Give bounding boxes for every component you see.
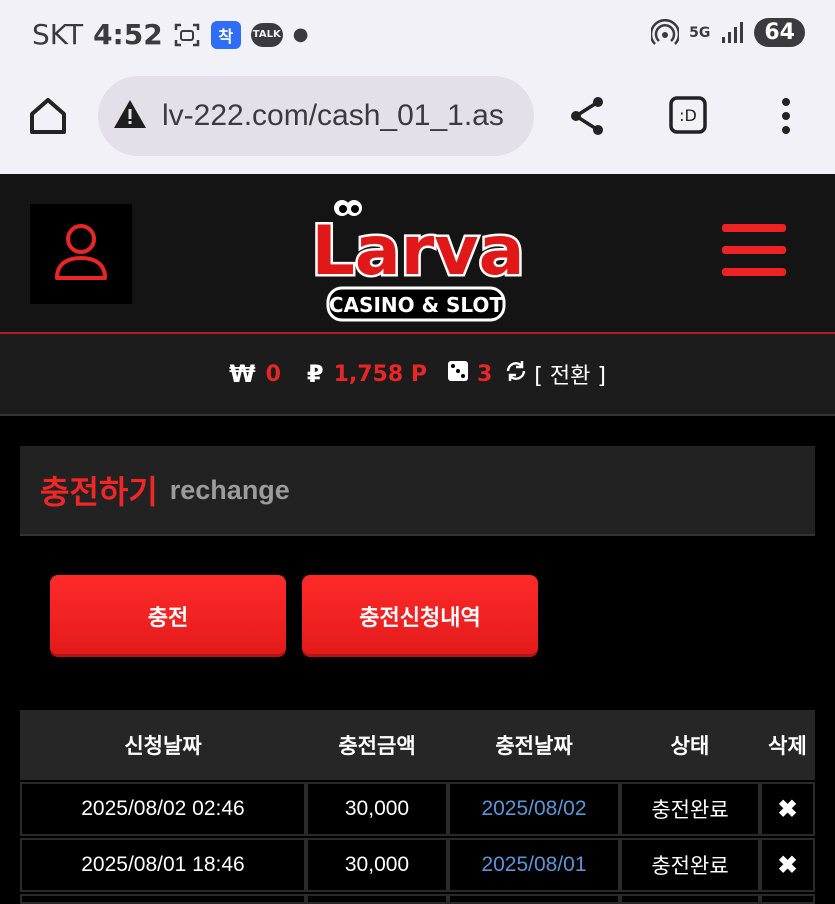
switch-button[interactable]: [ 전환 ] — [504, 358, 606, 390]
cash-balance: ₩ 0 — [229, 360, 281, 388]
more-notifications-dot: ● — [292, 24, 309, 45]
battery-level: 64 — [754, 18, 805, 47]
address-bar[interactable]: lv-222.com/cash_01_1.as — [98, 76, 534, 156]
partial-cell — [620, 894, 760, 904]
dice-balance: 3 — [447, 360, 492, 388]
user-icon — [53, 222, 109, 286]
charged-date: 2025/08/02 — [448, 782, 620, 836]
header-requested-date: 신청날짜 — [124, 734, 202, 758]
browser-toolbar: lv-222.com/cash_01_1.as :D — [0, 72, 835, 174]
section-subtitle: rechange — [169, 474, 290, 505]
header-status: 상태 — [670, 734, 710, 758]
dice-icon — [447, 360, 469, 388]
site-logo[interactable]: Larva CASINO & SLOT — [300, 182, 532, 324]
amount: 30,000 — [306, 782, 448, 836]
charge-button[interactable]: 충전 — [50, 575, 286, 657]
app-badge-icon: 착 — [210, 20, 241, 49]
table-row-partial — [20, 894, 815, 904]
svg-text::D: :D — [679, 106, 697, 125]
charge-history-button[interactable]: 충전신청내역 — [302, 575, 538, 657]
partial-cell — [20, 894, 306, 904]
status-left: SKT 4:52 착 TALK ● — [32, 18, 308, 51]
table-row: 2025/08/02 02:46 30,000 2025/08/02 충전완료 … — [20, 782, 815, 836]
clock: 4:52 — [93, 18, 163, 51]
more-options-icon[interactable] — [776, 94, 796, 142]
won-symbol: ₩ — [229, 360, 256, 388]
share-icon[interactable] — [566, 94, 610, 142]
logo-brand: Larva — [312, 212, 525, 291]
site-header: Larva CASINO & SLOT — [0, 174, 835, 334]
user-menu-button[interactable] — [30, 204, 132, 304]
balance-bar: ₩ 0 ₽ 1,758 P 3 [ 전환 ] — [0, 334, 835, 416]
partial-cell — [760, 894, 815, 904]
hotspot-icon — [651, 18, 680, 47]
dice-value: 3 — [476, 361, 493, 387]
header-delete: 삭제 — [768, 734, 807, 758]
warning-icon[interactable] — [112, 98, 148, 134]
url-text: lv-222.com/cash_01_1.as — [162, 99, 504, 132]
delete-icon[interactable]: ✖ — [760, 838, 815, 892]
logo-tagline: CASINO & SLOT — [329, 293, 504, 317]
partial-cell — [448, 894, 620, 904]
won-value: 0 — [265, 361, 281, 387]
switch-label: [ 전환 ] — [534, 364, 606, 389]
status: 충전완료 — [620, 838, 760, 892]
dex-icon[interactable]: :D — [668, 95, 708, 139]
table-header: 신청날짜 충전금액 충전날짜 상태 삭제 — [20, 710, 815, 780]
section-header: 충전하기 rechange — [20, 446, 815, 536]
status-right: 5G 64 — [651, 18, 805, 47]
requested-date: 2025/08/01 18:46 — [20, 838, 306, 892]
point-balance: ₽ 1,758 P — [307, 360, 427, 388]
refresh-icon — [504, 359, 528, 389]
delete-icon[interactable]: ✖ — [760, 782, 815, 836]
signal-icon — [720, 21, 744, 45]
status-bar: SKT 4:52 착 TALK ● 5G 64 — [0, 0, 835, 72]
point-symbol: ₽ — [306, 360, 324, 388]
carrier: SKT — [32, 18, 84, 51]
point-value: 1,758 P — [333, 361, 427, 387]
requested-date: 2025/08/02 02:46 — [20, 782, 306, 836]
amount: 30,000 — [306, 838, 448, 892]
status: 충전완료 — [620, 782, 760, 836]
partial-cell — [306, 894, 448, 904]
network-type: 5G — [689, 24, 711, 41]
section-title: 충전하기 — [40, 473, 158, 511]
charge-history-table: 신청날짜 충전금액 충전날짜 상태 삭제 2025/08/02 02:46 30… — [20, 710, 815, 904]
home-icon[interactable] — [26, 94, 70, 142]
hamburger-menu-icon[interactable] — [722, 224, 786, 280]
charged-date: 2025/08/01 — [448, 838, 620, 892]
header-amount: 충전금액 — [338, 734, 416, 758]
kakaotalk-icon: TALK — [250, 22, 283, 47]
screenshot-icon — [173, 21, 201, 49]
table-row: 2025/08/01 18:46 30,000 2025/08/01 충전완료 … — [20, 838, 815, 892]
header-charged-date: 충전날짜 — [495, 734, 573, 758]
